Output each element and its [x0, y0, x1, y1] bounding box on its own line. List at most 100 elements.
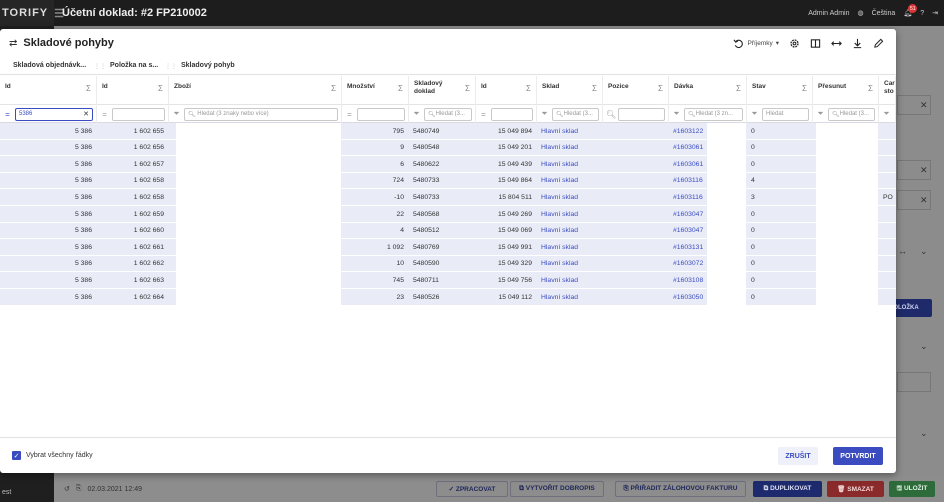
- column-header-status[interactable]: Stav Σ: [747, 76, 813, 105]
- cell-warehouse[interactable]: Hlavní sklad: [537, 123, 603, 139]
- close-icon[interactable]: ✕: [920, 195, 928, 206]
- confirm-button[interactable]: POTVRDIT: [833, 447, 883, 465]
- sum-icon[interactable]: Σ: [398, 85, 403, 93]
- table-row[interactable]: 5 386 1 602 662 10 5480590 15 049 329 Hlavní …: [0, 255, 896, 273]
- sum-icon[interactable]: Σ: [736, 85, 741, 93]
- drag-handle-icon[interactable]: ⋮⋮: [165, 63, 177, 70]
- download-icon[interactable]: [851, 37, 863, 49]
- table-row[interactable]: 5 386 1 602 664 23 5480526 15 049 112 Hlavní …: [0, 289, 896, 306]
- column-header-batch[interactable]: Dávka Σ: [669, 76, 747, 105]
- columns-icon[interactable]: [809, 37, 821, 49]
- sum-icon[interactable]: Σ: [658, 85, 663, 93]
- cell-warehouse[interactable]: Hlavní sklad: [537, 189, 603, 205]
- table-row[interactable]: 5 386 1 602 657 6 5480622 15 049 439 Hlavní s…: [0, 156, 896, 173]
- help-icon[interactable]: ?: [920, 10, 924, 17]
- assign-advance-invoice-button[interactable]: ⎘ PŘIŘADIT ZÁLOHOVOU FAKTURU: [615, 481, 746, 497]
- side-field[interactable]: [897, 372, 931, 392]
- table-row[interactable]: 5 386 1 602 660 4 5480512 15 049 069 Hlavní s…: [0, 222, 896, 240]
- filter-status-input[interactable]: Hledat: [762, 107, 809, 121]
- funnel-icon[interactable]: ⏷: [816, 109, 825, 119]
- column-header-id[interactable]: Id Σ: [0, 76, 97, 105]
- equals-icon[interactable]: =: [100, 110, 109, 119]
- column-header-goods[interactable]: Zboží Σ: [169, 76, 342, 105]
- sum-icon[interactable]: Σ: [592, 85, 597, 93]
- sum-icon[interactable]: Σ: [158, 85, 163, 93]
- column-header-position[interactable]: Pozice Σ: [603, 76, 669, 105]
- table-row[interactable]: 5 386 1 602 658 -10 5480733 15 804 511 Hlavní…: [0, 189, 896, 206]
- edit-icon[interactable]: [872, 37, 884, 49]
- globe-icon[interactable]: ◍: [857, 9, 863, 17]
- sum-icon[interactable]: Σ: [802, 85, 807, 93]
- filter-id-input[interactable]: 5386 ✕: [15, 107, 93, 121]
- close-icon[interactable]: ✕: [920, 100, 928, 111]
- tab-stock-item[interactable]: Položka na s...: [110, 62, 158, 69]
- column-header-quantity[interactable]: Množství Σ: [342, 76, 409, 105]
- cell-warehouse[interactable]: Hlavní sklad: [537, 256, 603, 272]
- history-icon[interactable]: ↺: [64, 485, 70, 493]
- column-header-item-id[interactable]: Id Σ: [97, 76, 169, 105]
- chevron-down-icon[interactable]: ⌄: [920, 341, 928, 352]
- cell-warehouse[interactable]: Hlavní sklad: [537, 239, 603, 255]
- column-header-extra[interactable]: Car sto: [879, 76, 896, 105]
- preset-selector[interactable]: Příjemky ▾: [732, 37, 779, 49]
- cell-warehouse[interactable]: Hlavní sklad: [537, 272, 603, 288]
- bell-icon[interactable]: 🔔︎ 51: [903, 4, 918, 17]
- table-row[interactable]: 5 386 1 602 659 22 5480568 15 049 269 Hlavní …: [0, 206, 896, 223]
- chevron-down-icon[interactable]: ⌄: [920, 428, 928, 439]
- select-all-checkbox[interactable]: ✓: [12, 451, 21, 460]
- funnel-icon[interactable]: ⏷: [672, 109, 681, 119]
- equals-icon[interactable]: =: [3, 110, 12, 119]
- filter-moved-input[interactable]: 🔍︎ Hledat (3...: [828, 107, 875, 121]
- settings-icon[interactable]: [788, 37, 800, 49]
- select-all-label[interactable]: Vybrat všechny řádky: [26, 452, 93, 459]
- equals-icon[interactable]: =: [479, 110, 488, 119]
- duplicate-button[interactable]: ⧉ DUPLIKOVAT: [753, 481, 822, 497]
- tab-stock-order[interactable]: Skladová objednávk...: [13, 62, 86, 69]
- filter-movement-id-input[interactable]: [491, 107, 533, 121]
- chevron-down-icon[interactable]: ⌄: [920, 246, 928, 257]
- clear-icon[interactable]: ✕: [83, 110, 89, 118]
- user-name[interactable]: Admin Admin: [808, 10, 849, 17]
- filter-batch-input[interactable]: 🔍︎ Hledat (3 zn...: [684, 107, 743, 121]
- sum-icon[interactable]: Σ: [86, 85, 91, 93]
- column-header-warehouse[interactable]: Sklad Σ: [537, 76, 603, 105]
- credit-note-button[interactable]: ⧉ VYTVOŘIT DOBROPIS: [510, 481, 604, 497]
- filter-goods-input[interactable]: 🔍︎ Hledat (3 znaky nebo více): [184, 107, 338, 121]
- document-icon[interactable]: ⎘: [76, 485, 82, 493]
- cell-warehouse[interactable]: Hlavní sklad: [537, 156, 603, 172]
- logout-icon[interactable]: ⇥: [932, 9, 938, 17]
- cell-warehouse[interactable]: Hlavní sklad: [537, 289, 603, 305]
- sum-icon[interactable]: Σ: [868, 85, 873, 93]
- equals-icon[interactable]: =: [345, 110, 354, 119]
- table-row[interactable]: 5 386 1 602 658 724 5480733 15 049 864 Hlavní…: [0, 172, 896, 190]
- app-logo[interactable]: TORIFY ☰: [0, 0, 64, 26]
- table-row[interactable]: 5 386 1 602 656 9 5480548 15 049 201 Hlavní s…: [0, 139, 896, 157]
- save-button[interactable]: 🖫 ULOŽIT: [889, 481, 935, 497]
- filter-position-input[interactable]: [618, 107, 665, 121]
- cell-warehouse[interactable]: Hlavní sklad: [537, 173, 603, 189]
- table-row[interactable]: 5 386 1 602 661 1 092 5480769 15 049 991 Hlav…: [0, 239, 896, 256]
- column-header-moved[interactable]: Přesunut Σ: [813, 76, 879, 105]
- funnel-icon[interactable]: ⏷: [412, 109, 421, 119]
- undo-icon[interactable]: [732, 37, 744, 49]
- funnel-icon[interactable]: ⏷: [540, 109, 549, 119]
- drag-handle-icon[interactable]: ⋮⋮: [94, 63, 106, 70]
- sum-icon[interactable]: Σ: [331, 85, 336, 93]
- process-button[interactable]: ✓ ZPRACOVAT: [436, 481, 508, 497]
- swap-icon[interactable]: ↔: [898, 246, 907, 256]
- filter-quantity-input[interactable]: [357, 107, 405, 121]
- filter-item-id-input[interactable]: [112, 107, 165, 121]
- cell-warehouse[interactable]: Hlavní sklad: [537, 140, 603, 156]
- cell-warehouse[interactable]: Hlavní sklad: [537, 223, 603, 239]
- tab-stock-movement[interactable]: Skladový pohyb: [181, 62, 235, 69]
- sum-icon[interactable]: Σ: [526, 85, 531, 93]
- expand-horizontal-icon[interactable]: [830, 37, 842, 49]
- close-icon[interactable]: ✕: [920, 165, 928, 176]
- column-header-movement-id[interactable]: Id Σ: [476, 76, 537, 105]
- sum-icon[interactable]: Σ: [465, 85, 470, 93]
- column-header-stock-document[interactable]: Skladový doklad Σ: [409, 76, 476, 105]
- language-selector[interactable]: Čeština: [872, 10, 896, 17]
- funnel-icon[interactable]: ⏷: [882, 109, 891, 119]
- table-row[interactable]: 5 386 1 602 655 795 5480749 15 049 894 Hlavní…: [0, 123, 896, 140]
- funnel-icon[interactable]: ⏷: [750, 109, 759, 119]
